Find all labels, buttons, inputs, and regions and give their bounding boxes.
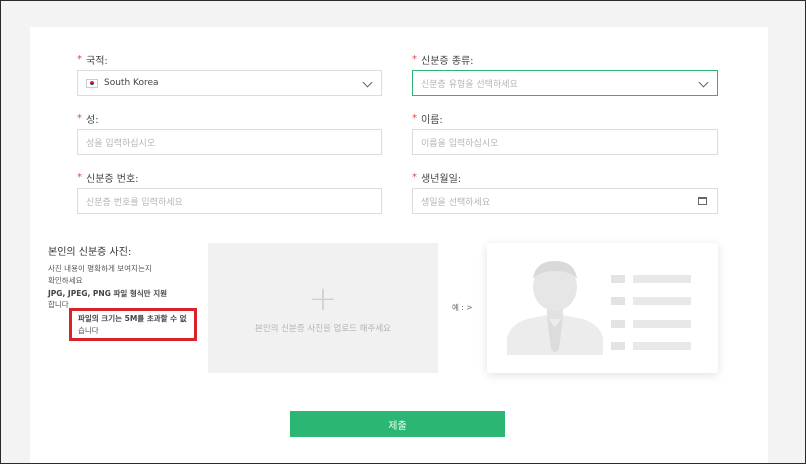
- nationality-label: 국적:: [86, 55, 108, 67]
- last-name-input[interactable]: 성을 입력하십시오: [77, 129, 382, 155]
- korea-flag-icon: [86, 78, 98, 88]
- id-card-example: [487, 243, 718, 373]
- card-line: [633, 297, 691, 305]
- id-type-field: * 신분증 종류: 신분증 유형을 선택하세요: [412, 52, 718, 98]
- required-mark: *: [412, 171, 417, 183]
- birth-date-placeholder: 생일을 선택하세요: [421, 197, 491, 208]
- required-mark: *: [77, 53, 82, 65]
- birth-date-field: * 생년월일: 생일을 선택하세요: [412, 170, 718, 216]
- nationality-field: * 국적: South Korea: [77, 52, 382, 98]
- upload-dropzone[interactable]: + 본인의 신분증 사진을 업로드 해주세요: [208, 243, 438, 373]
- person-silhouette-icon: [507, 261, 603, 355]
- last-name-label: 성:: [86, 114, 99, 126]
- upload-instruction: 본인의 신분증 사진을 업로드 해주세요: [255, 324, 391, 334]
- birth-date-label: 생년월일:: [421, 173, 462, 185]
- first-name-placeholder: 이름을 입력하십시오: [421, 138, 499, 149]
- id-type-select[interactable]: 신분증 유형을 선택하세요: [412, 70, 718, 96]
- birth-date-input[interactable]: 생일을 선택하세요: [412, 188, 718, 214]
- card-line: [633, 342, 691, 350]
- upload-desc-line4: 합니다: [48, 300, 69, 309]
- first-name-label: 이름:: [421, 114, 443, 126]
- card-line: [633, 275, 691, 283]
- card-line: [633, 320, 691, 328]
- highlight-box: [69, 308, 197, 341]
- last-name-field: * 성: 성을 입력하십시오: [77, 111, 382, 157]
- card-line-short: [611, 320, 625, 328]
- nationality-select[interactable]: South Korea: [77, 70, 382, 96]
- first-name-input[interactable]: 이름을 입력하십시오: [412, 129, 718, 155]
- card-line-short: [611, 275, 625, 283]
- plus-icon: +: [308, 279, 338, 319]
- required-mark: *: [77, 112, 82, 124]
- required-mark: *: [412, 53, 417, 65]
- example-label: 예 : >: [452, 303, 473, 312]
- upload-desc-line1: 사진 내용이 명확하게 보여지는지: [48, 264, 152, 273]
- id-type-label: 신분증 종류:: [421, 55, 474, 67]
- submit-button[interactable]: 제출: [290, 411, 505, 437]
- id-type-placeholder: 신분증 유형을 선택하세요: [421, 79, 518, 90]
- upload-title: 본인의 신분증 사진:: [48, 247, 132, 258]
- last-name-placeholder: 성을 입력하십시오: [86, 138, 156, 149]
- chevron-down-icon: [698, 77, 709, 88]
- id-number-label: 신분증 번호:: [86, 173, 139, 185]
- first-name-field: * 이름: 이름을 입력하십시오: [412, 111, 718, 157]
- calendar-icon: [698, 197, 707, 205]
- id-number-placeholder: 신분증 번호를 입력하세요: [86, 197, 183, 208]
- chevron-down-icon: [362, 77, 373, 88]
- required-mark: *: [77, 171, 82, 183]
- card-line-short: [611, 342, 625, 350]
- upload-desc-line2: 확인하세요: [48, 276, 83, 285]
- nationality-value: South Korea: [104, 78, 159, 88]
- id-number-input[interactable]: 신분증 번호를 입력하세요: [77, 188, 382, 214]
- id-number-field: * 신분증 번호: 신분증 번호를 입력하세요: [77, 170, 382, 216]
- id-card-illustration: [507, 261, 603, 355]
- required-mark: *: [412, 112, 417, 124]
- card-line-short: [611, 297, 625, 305]
